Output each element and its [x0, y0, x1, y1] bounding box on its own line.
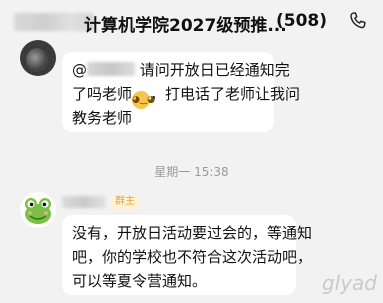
avatar[interactable] [20, 192, 56, 228]
member-count: (508) [276, 11, 328, 31]
worried-face-emoji-icon: ◕‿◕ [132, 91, 155, 109]
chat-header: 计算机学院2027级预推... (508) [0, 0, 383, 44]
message-text: 吧，你的学校也不符合这次活动吧， [72, 248, 313, 266]
mention-at: @ [72, 61, 87, 79]
message-text: 可以等夏令营通知。 [72, 272, 208, 290]
message-text: 了吗老师 [72, 85, 133, 103]
message-bubble[interactable]: @ 请问开放日已经通知完 了吗老师◕‿◕，打电话了老师让我问 教务老师 [62, 52, 300, 132]
message-text: 教务老师 [72, 109, 133, 127]
time-divider: 星期一 15:38 [154, 165, 229, 179]
title-redacted [14, 13, 94, 31]
watermark: glyad [321, 271, 377, 295]
owner-badge: 群主 [111, 195, 139, 209]
mention-redacted [87, 62, 135, 76]
sender-name-redacted [62, 196, 106, 208]
chat-title[interactable]: 计算机学院2027级预推... [84, 11, 287, 36]
message-text: 请问开放日已经通知完 [139, 61, 290, 79]
message-bubble[interactable]: 没有，开放日活动要过会的，等通知 吧，你的学校也不符合这次活动吧， 可以等夏令营… [62, 215, 312, 295]
avatar[interactable] [20, 40, 56, 76]
message-text: 没有，开放日活动要过会的，等通知 [72, 224, 313, 242]
message-text: ，打电话了老师让我问 [150, 85, 301, 103]
phone-icon[interactable] [347, 10, 369, 32]
frog-avatar-icon [25, 198, 51, 224]
